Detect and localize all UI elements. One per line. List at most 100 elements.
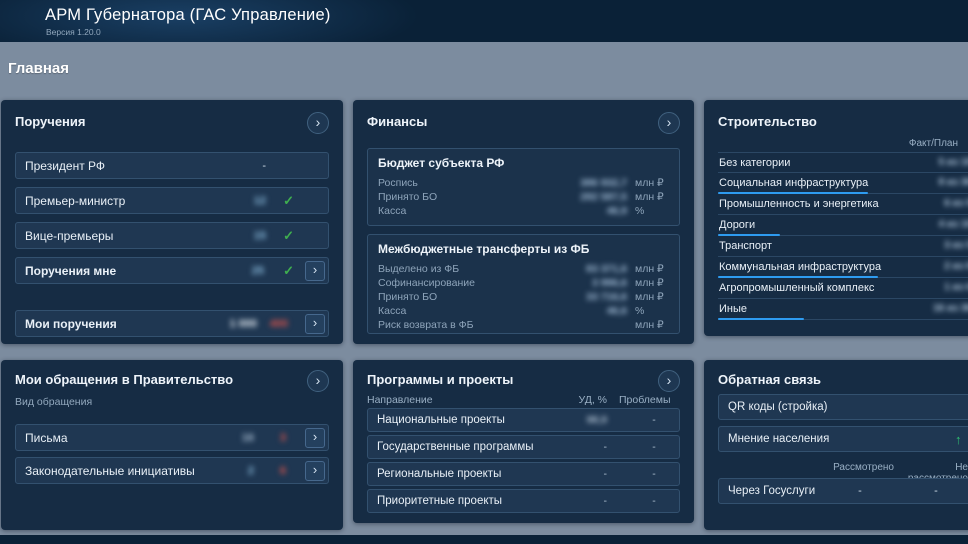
trend-up-icon: ↑ [955,432,962,447]
fin-unit: млн ₽ [635,277,671,289]
row-value: 2 из 8 [894,261,968,272]
fin-unit: млн ₽ [635,191,671,203]
construction-row[interactable]: Агропромышленный комплекс 1 из 6 [718,278,968,299]
construction-row[interactable]: Коммунальная инфраструктура 2 из 8 [718,257,968,278]
row-open-button[interactable]: › [305,461,325,481]
construction-row[interactable]: Транспорт 3 из 5 [718,236,968,257]
finances-expand-button[interactable]: › [658,112,680,134]
poruchenia-row-my[interactable]: Мои поручения 1 000 400 › [15,310,329,337]
construction-row[interactable]: Без категории 5 из 18 [718,152,968,173]
poruchenia-row-premier[interactable]: Премьер-министр 12 ✓ [15,187,329,214]
feedback-row-gosuslugi[interactable]: Через Госуслуги - - [718,478,968,504]
gosuslugi-not-reviewed: - [903,485,968,497]
card-appeals: Мои обращения в Правительство › Вид обра… [1,360,343,530]
programs-row[interactable]: Приоритетные проекты - - [367,489,680,513]
row-label: QR коды (стройка) [728,401,828,413]
row-ud: - [563,468,607,480]
transfers-row: Риск возврата в ФБ млн ₽ [378,319,671,333]
row-open-button[interactable]: › [305,314,325,334]
row-value: 5 из 18 [894,157,968,168]
row-label: Мнение населения [728,433,829,445]
construction-row[interactable]: Дороги 4 из 18 [718,215,968,236]
poruchenia-row-vice[interactable]: Вице-премьеры 15 ✓ [15,222,329,249]
page-title: Главная [8,60,69,77]
programs-col-name: Направление [367,394,433,406]
row-open-button[interactable]: › [305,261,325,281]
feedback-row-opinion[interactable]: Мнение населения ↑ [718,426,968,452]
programs-row[interactable]: Государственные программы - - [367,435,680,459]
chevron-right-icon: › [316,373,321,387]
fin-value: 3 996,6 [537,277,627,289]
poruchenia-row-mine[interactable]: Поручения мне 25 ✓ › [15,257,329,284]
card-poruchenia-title: Поручения [15,114,86,129]
row-label: Без категории [719,157,790,169]
fin-label: Принято БО [378,191,437,203]
row-label: Иные [719,303,747,315]
row-value: 16 из 36 [894,303,968,314]
row-label: Промышленность и энергетика [719,198,879,210]
row-label: Поручения мне [25,264,116,278]
transfers-title: Межбюджетные трансферты из ФБ [378,242,589,256]
poruchenia-expand-button[interactable]: › [307,112,329,134]
row-label: Письма [25,431,68,445]
budget-row: Принято БО 282 587,5 млн ₽ [378,191,671,205]
programs-col-ud: УД, % [533,394,607,406]
fin-label: Касса [378,305,406,317]
programs-row[interactable]: Национальные проекты 98,9 - [367,408,680,432]
appeals-subtitle: Вид обращения [15,396,92,408]
appeals-row-initiatives[interactable]: Законодательные инициативы 2 6 › [15,457,329,484]
check-icon: ✓ [283,228,294,244]
fin-value: 386 932,7 [537,177,627,189]
row-value-2: 3 [264,432,286,444]
row-label: Национальные проекты [377,414,505,426]
poruchenia-row-president[interactable]: Президент РФ - [15,152,329,179]
row-problems: - [639,468,669,480]
row-open-button[interactable]: › [305,428,325,448]
finances-transfers-box[interactable]: Межбюджетные трансферты из ФБ Выделено и… [367,234,680,334]
appeals-row-letters[interactable]: Письма 16 3 › [15,424,329,451]
card-construction-title: Строительство [718,114,817,129]
row-value-alert: 400 [260,318,288,330]
row-label: Коммунальная инфраструктура [719,261,881,273]
construction-column-header: Факт/План [844,138,958,149]
check-icon: ✓ [283,263,294,279]
row-value: 12 [226,195,266,207]
row-label: Премьер-министр [25,194,125,208]
fin-value: 46,6 [537,305,627,317]
row-label: Через Госуслуги [728,485,815,497]
construction-row[interactable]: Промышленность и энергетика 6 из 9 [718,194,968,215]
app-title: АРМ Губернатора (ГАС Управление) [45,6,331,25]
fin-unit: млн ₽ [635,319,671,331]
row-ud: - [563,441,607,453]
feedback-col-reviewed: Рассмотрено [824,462,894,473]
appeals-expand-button[interactable]: › [307,370,329,392]
transfers-row: Софинансирование 3 996,6 млн ₽ [378,277,671,291]
feedback-row-qr[interactable]: QR коды (стройка) [718,394,968,420]
row-problems: - [639,414,669,426]
row-value-total: 1 000 [207,318,257,330]
row-problems: - [639,495,669,507]
fin-label: Риск возврата в ФБ [378,319,473,331]
row-label: Агропромышленный комплекс [719,282,874,294]
row-label: Государственные программы [377,441,534,453]
transfers-row: Касса 46,6 % [378,305,671,319]
progress-bar [718,318,804,320]
construction-row[interactable]: Иные 16 из 36 [718,299,968,320]
programs-expand-button[interactable]: › [658,370,680,392]
row-value: - [226,160,266,172]
row-value: 15 [226,230,266,242]
row-label: Законодательные инициативы [25,464,195,478]
card-construction: Строительство Факт/План Без категории 5 … [704,100,968,336]
finances-budget-box[interactable]: Бюджет субъекта РФ Роспись 386 932,7 млн… [367,148,680,226]
card-finances: Финансы › Бюджет субъекта РФ Роспись 386… [353,100,694,344]
row-value: 3 из 5 [894,240,968,251]
row-label: Транспорт [719,240,772,252]
transfers-row: Принято БО 33 716,6 млн ₽ [378,291,671,305]
programs-row[interactable]: Региональные проекты - - [367,462,680,486]
row-value: 8 из 36 [894,177,968,188]
fin-unit: млн ₽ [635,263,671,275]
fin-unit: млн ₽ [635,177,671,189]
construction-row[interactable]: Социальная инфраструктура 8 из 36 [718,173,968,194]
card-poruchenia: Поручения › Президент РФ - Премьер-минис… [1,100,343,344]
budget-row: Роспись 386 932,7 млн ₽ [378,177,671,191]
